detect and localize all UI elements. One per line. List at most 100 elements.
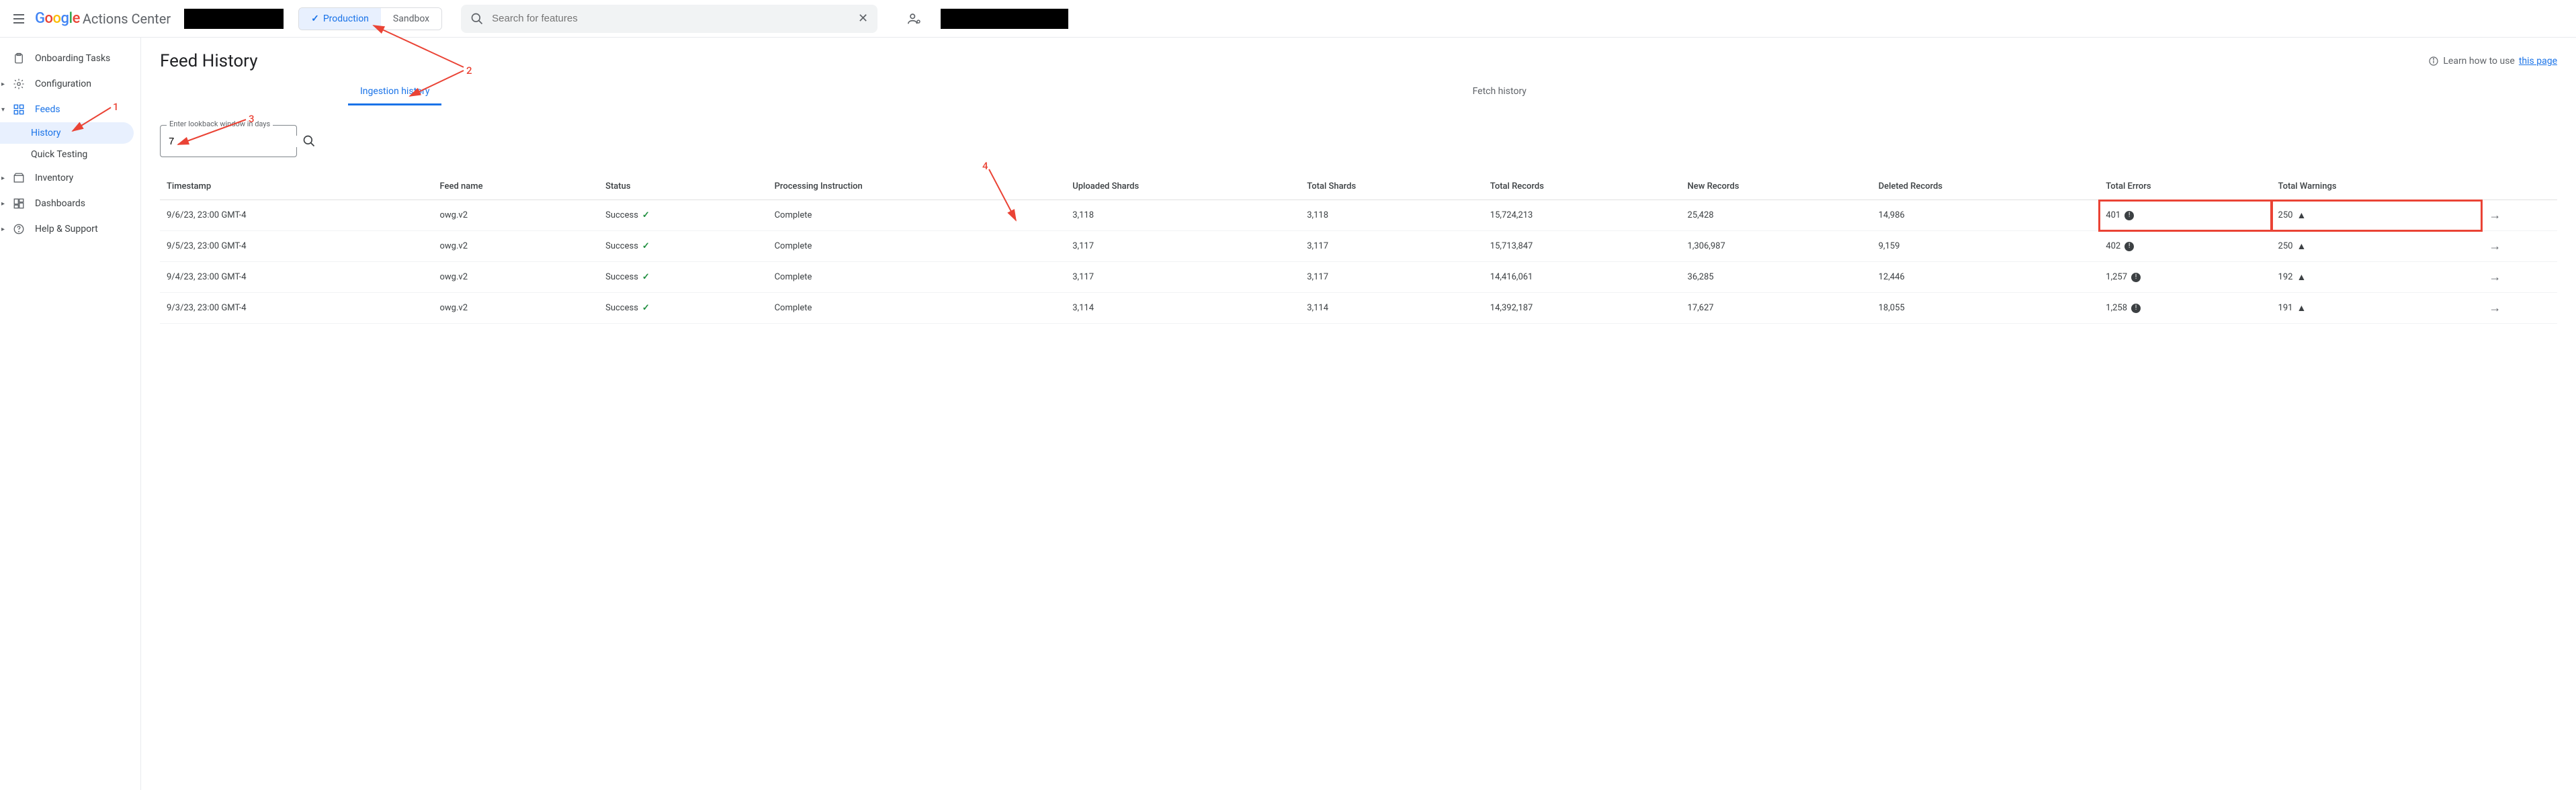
cell-total-warnings: 191 ▲	[2272, 293, 2483, 324]
table-row: 9/5/23, 23:00 GMT-4 owg.v2 Success ✓ Com…	[160, 231, 2557, 262]
info-icon	[2428, 56, 2439, 67]
env-toggle: ✓ Production Sandbox	[298, 7, 442, 30]
menu-icon[interactable]	[11, 11, 27, 27]
search-input[interactable]	[492, 13, 858, 24]
redacted-box	[941, 9, 1068, 29]
error-icon: !	[2131, 304, 2141, 313]
cell-status: Success ✓	[599, 231, 768, 262]
cell-deleted-records: 12,446	[1872, 262, 2100, 293]
arrow-right-icon[interactable]: →	[2489, 239, 2501, 253]
cell-timestamp: 9/4/23, 23:00 GMT-4	[160, 262, 433, 293]
cell-processing: Complete	[768, 200, 1066, 231]
search-icon	[470, 12, 484, 26]
lookback-input[interactable]	[169, 136, 302, 147]
error-icon: !	[2124, 242, 2134, 251]
check-icon: ✓	[642, 303, 650, 313]
warning-icon: ▲	[2296, 271, 2306, 283]
gear-icon	[12, 78, 26, 90]
sidebar-item-label: Quick Testing	[31, 149, 87, 160]
cell-expand[interactable]: →	[2482, 293, 2557, 324]
cell-timestamp: 9/6/23, 23:00 GMT-4	[160, 200, 433, 231]
th-total-errors: Total Errors	[2099, 173, 2271, 200]
sidebar-item-quick-testing[interactable]: Quick Testing	[0, 144, 140, 165]
cell-new-records: 25,428	[1681, 200, 1872, 231]
chevron-right-icon: ▸	[1, 226, 5, 233]
env-production-button[interactable]: ✓ Production	[299, 8, 381, 30]
sidebar-item-inventory[interactable]: ▸ Inventory	[0, 165, 140, 191]
cell-new-records: 1,306,987	[1681, 231, 1872, 262]
app-header: Google Actions Center ✓ Production Sandb…	[0, 0, 2576, 38]
sidebar-item-onboarding[interactable]: Onboarding Tasks	[0, 46, 140, 71]
sidebar-item-history[interactable]: History	[0, 122, 134, 144]
env-sandbox-label: Sandbox	[393, 13, 429, 24]
search-icon[interactable]	[302, 134, 316, 148]
cell-expand[interactable]: →	[2482, 200, 2557, 231]
th-uploaded-shards: Uploaded Shards	[1066, 173, 1300, 200]
cell-status: Success ✓	[599, 262, 768, 293]
env-sandbox-button[interactable]: Sandbox	[381, 8, 441, 30]
close-icon[interactable]: ✕	[858, 11, 868, 26]
cell-uploaded-shards: 3,117	[1066, 231, 1300, 262]
cell-total-warnings: 250 ▲	[2272, 231, 2483, 262]
cell-processing: Complete	[768, 231, 1066, 262]
learn-link[interactable]: this page	[2519, 56, 2557, 67]
arrow-right-icon[interactable]: →	[2489, 301, 2501, 315]
cell-new-records: 36,285	[1681, 262, 1872, 293]
chevron-right-icon: ▸	[1, 200, 5, 208]
warning-icon: ▲	[2296, 302, 2306, 314]
sidebar-item-dashboards[interactable]: ▸ Dashboards	[0, 191, 140, 216]
person-add-icon[interactable]	[907, 11, 922, 26]
cell-expand[interactable]: →	[2482, 231, 2557, 262]
cell-deleted-records: 9,159	[1872, 231, 2100, 262]
cell-feed-name: owg.v2	[433, 262, 599, 293]
tab-ingestion-history[interactable]: Ingestion history	[348, 79, 441, 105]
tabs: Ingestion history Fetch history	[160, 79, 2557, 106]
cell-deleted-records: 18,055	[1872, 293, 2100, 324]
arrow-right-icon[interactable]: →	[2489, 208, 2501, 222]
product-name: Actions Center	[83, 11, 171, 27]
cell-timestamp: 9/5/23, 23:00 GMT-4	[160, 231, 433, 262]
warning-icon: ▲	[2296, 210, 2306, 221]
cell-expand[interactable]: →	[2482, 262, 2557, 293]
check-icon: ✓	[642, 210, 650, 220]
sidebar-item-configuration[interactable]: ▸ Configuration	[0, 71, 140, 97]
error-icon: !	[2124, 211, 2134, 220]
lookback-field: Enter lookback window in days	[160, 125, 297, 157]
cell-feed-name: owg.v2	[433, 200, 599, 231]
search-bar[interactable]: ✕	[461, 5, 877, 33]
th-deleted-records: Deleted Records	[1872, 173, 2100, 200]
tab-fetch-history[interactable]: Fetch history	[1461, 79, 1539, 105]
page-title: Feed History	[160, 51, 258, 71]
chevron-right-icon: ▸	[1, 81, 5, 88]
cell-total-records: 14,392,187	[1484, 293, 1681, 324]
cell-processing: Complete	[768, 293, 1066, 324]
th-new-records: New Records	[1681, 173, 1872, 200]
sidebar-item-label: Dashboards	[35, 198, 85, 209]
cell-total-shards: 3,114	[1300, 293, 1484, 324]
chevron-down-icon: ▾	[1, 106, 5, 114]
cell-total-errors: 402 !	[2099, 231, 2271, 262]
cell-total-shards: 3,118	[1300, 200, 1484, 231]
cell-new-records: 17,627	[1681, 293, 1872, 324]
sidebar: Onboarding Tasks ▸ Configuration ▾ Feeds…	[0, 38, 141, 790]
cell-total-records: 15,724,213	[1484, 200, 1681, 231]
sidebar-item-label: Onboarding Tasks	[35, 53, 110, 64]
table-row: 9/4/23, 23:00 GMT-4 owg.v2 Success ✓ Com…	[160, 262, 2557, 293]
table-row: 9/6/23, 23:00 GMT-4 owg.v2 Success ✓ Com…	[160, 200, 2557, 231]
cell-feed-name: owg.v2	[433, 231, 599, 262]
error-icon: !	[2131, 273, 2141, 282]
logo[interactable]: Google Actions Center	[35, 10, 171, 27]
sidebar-item-feeds[interactable]: ▾ Feeds	[0, 97, 140, 122]
sidebar-item-help[interactable]: ▸ Help & Support	[0, 216, 140, 242]
th-status: Status	[599, 173, 768, 200]
cell-feed-name: owg.v2	[433, 293, 599, 324]
th-timestamp: Timestamp	[160, 173, 433, 200]
inventory-icon	[12, 172, 26, 184]
th-total-warnings: Total Warnings	[2272, 173, 2483, 200]
cell-total-errors: 1,257 !	[2099, 262, 2271, 293]
cell-processing: Complete	[768, 262, 1066, 293]
sidebar-item-label: Configuration	[35, 79, 91, 89]
arrow-right-icon[interactable]: →	[2489, 270, 2501, 284]
cell-status: Success ✓	[599, 293, 768, 324]
th-processing: Processing Instruction	[768, 173, 1066, 200]
